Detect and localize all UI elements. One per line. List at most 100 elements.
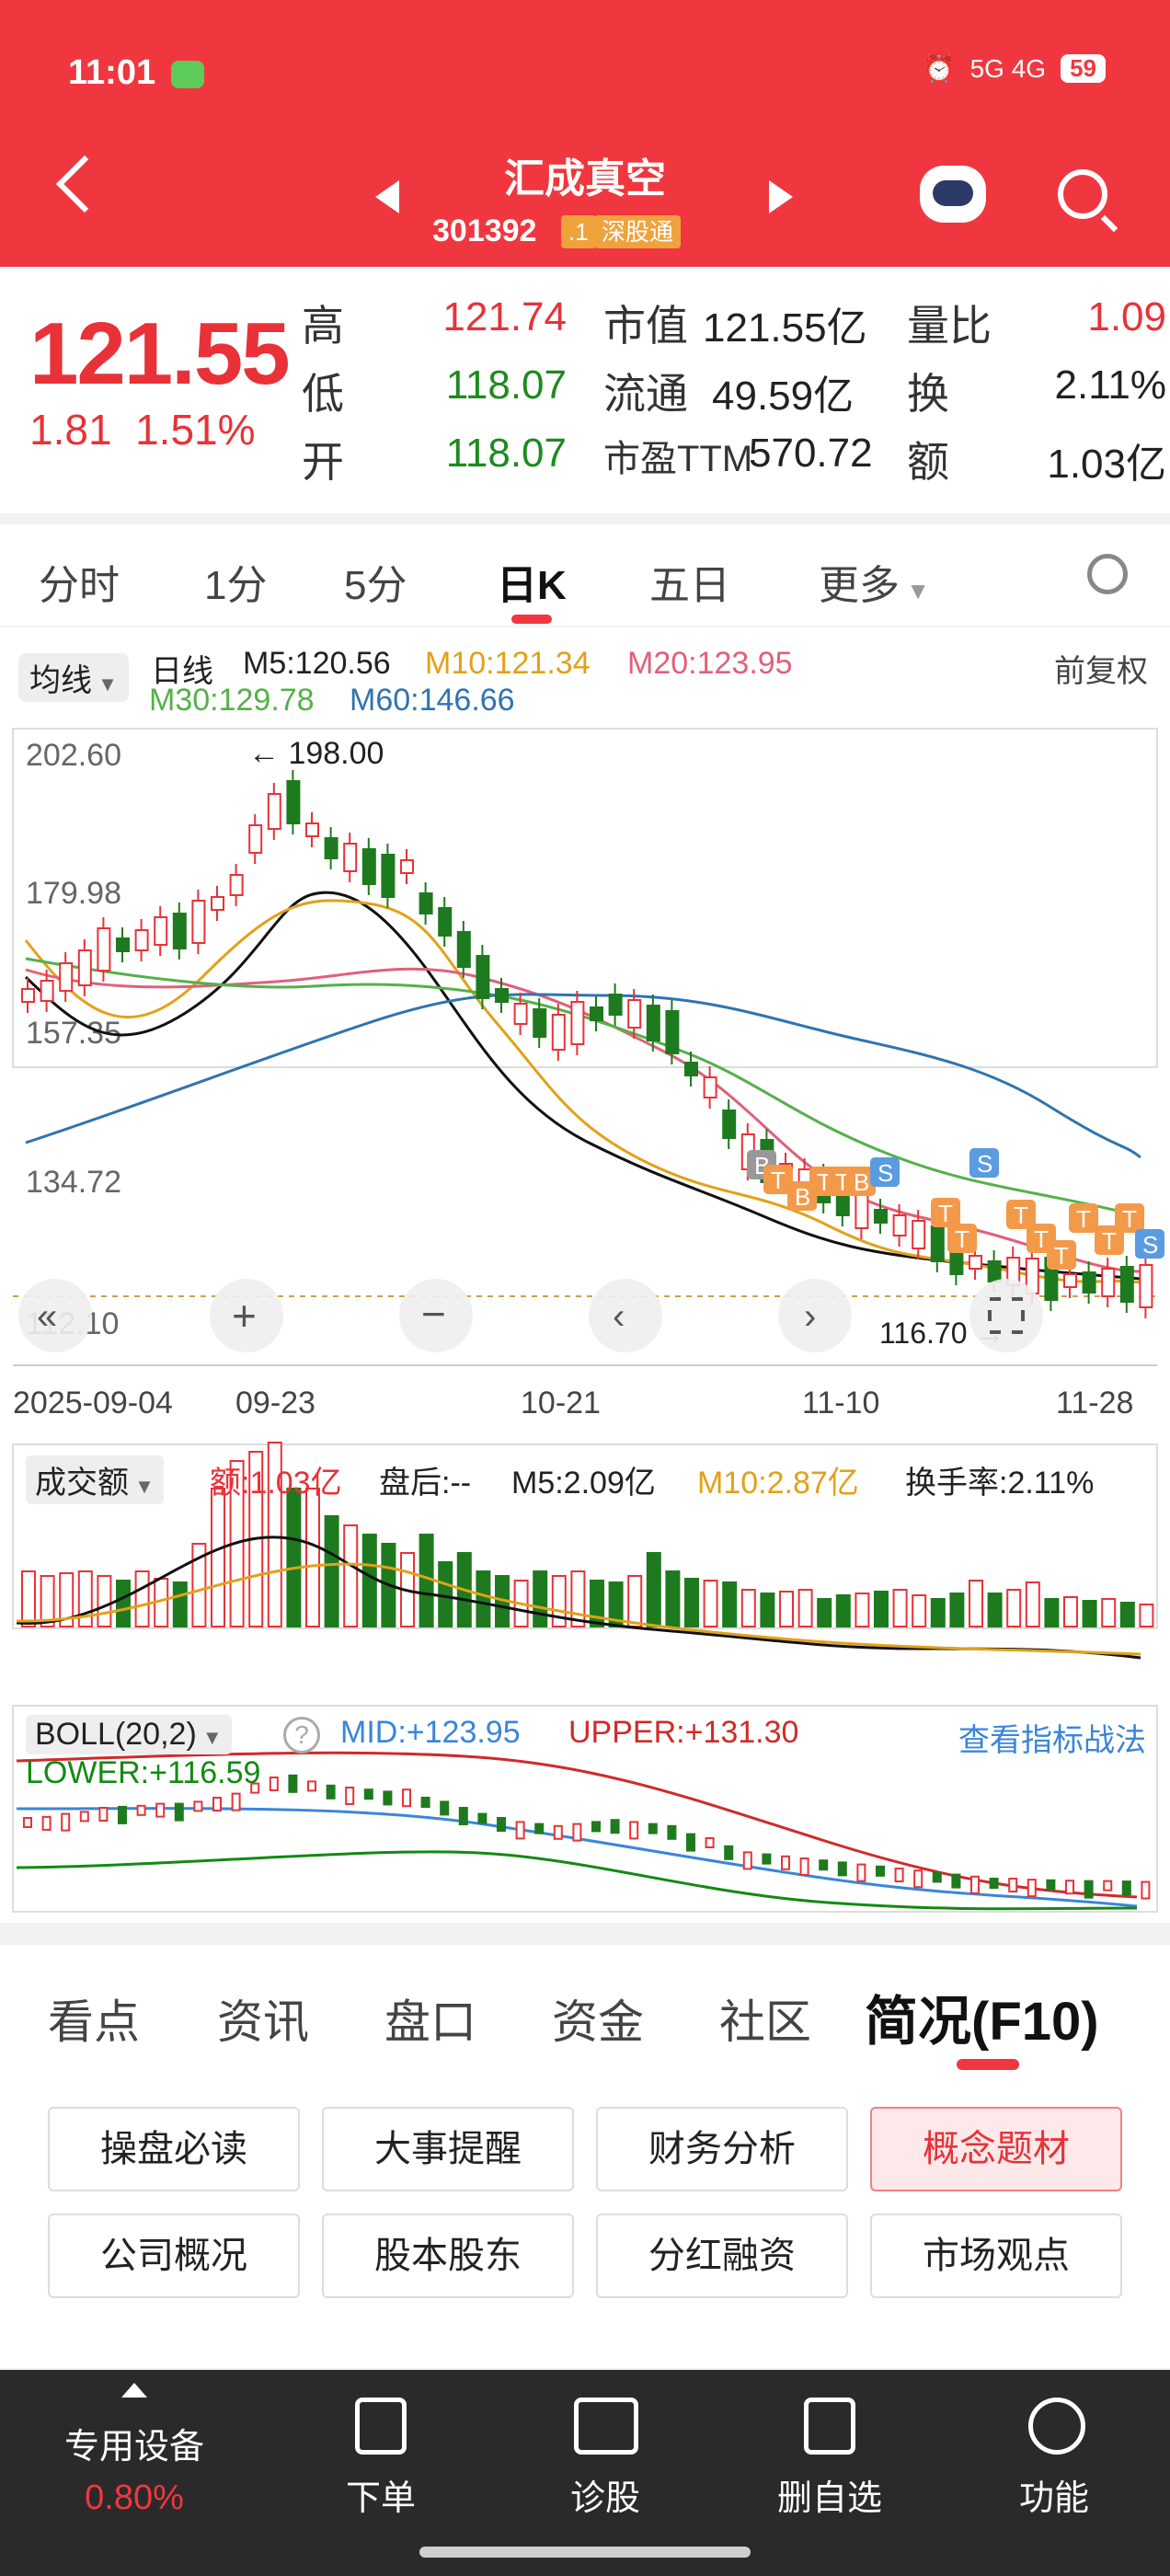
fullscreen-icon[interactable]: [969, 1279, 1043, 1352]
plus-glyph: +: [232, 1292, 257, 1340]
boll-candle: [932, 1871, 942, 1883]
volume-bar: [97, 1575, 112, 1627]
boll-candle: [534, 1823, 545, 1834]
status-time: 11:01: [68, 53, 156, 92]
y-tick: 202.60: [26, 738, 121, 773]
boll-candle: [402, 1788, 411, 1808]
volume-bar: [305, 1488, 320, 1627]
boll-candle: [440, 1800, 450, 1816]
candle: [381, 854, 396, 898]
candle: [59, 962, 74, 992]
volume-m5: M5:2.09亿: [511, 1466, 656, 1501]
candle: [400, 859, 414, 874]
volume-bar: [969, 1580, 983, 1627]
candles: [21, 770, 1153, 1318]
tab-daily-k[interactable]: 日K: [497, 552, 567, 611]
y-tick: 179.98: [26, 876, 121, 911]
boll-candle: [193, 1800, 203, 1812]
candle: [874, 1209, 888, 1224]
min-price-value: 116.70: [879, 1317, 968, 1350]
candle: [1119, 1266, 1134, 1303]
tab-orderbook[interactable]: 盘口: [384, 1985, 476, 2052]
turnover-label: 换: [907, 370, 949, 418]
tab-highlights[interactable]: 看点: [48, 1985, 140, 2052]
candle: [590, 1006, 603, 1021]
boll-candle: [667, 1824, 677, 1840]
diagnose-label: 诊股: [569, 2479, 640, 2518]
candle: [665, 1010, 680, 1054]
volume-selector[interactable]: 成交额 ▼: [26, 1455, 164, 1504]
boll-lower: LOWER:+116.59: [26, 1755, 261, 1790]
tab-intraday[interactable]: 分时: [39, 552, 120, 611]
grid-financials[interactable]: 财务分析: [596, 2107, 848, 2191]
tab-news[interactable]: 资讯: [217, 1985, 309, 2052]
grid-trading-must-read[interactable]: 操盘必读: [48, 2107, 300, 2191]
volume-bar: [760, 1593, 775, 1627]
tab-more[interactable]: 更多 ▼: [819, 552, 930, 611]
indicator-selector[interactable]: BOLL(20,2) ▼: [26, 1715, 232, 1754]
tab-community[interactable]: 社区: [719, 1985, 811, 2052]
candle: [1101, 1268, 1116, 1297]
volume-bar: [817, 1598, 832, 1627]
grid-concepts[interactable]: 概念题材: [870, 2107, 1122, 2191]
boll-candle: [458, 1807, 468, 1825]
expand-up-icon: [121, 2383, 147, 2398]
x-date: 10-21: [521, 1386, 601, 1420]
tab-f10-profile[interactable]: 简况(F10): [865, 1978, 1099, 2055]
candle: [608, 994, 623, 1016]
signal-tag-letter: T: [1122, 1205, 1137, 1233]
bottom-nav: 专用设备 0.80% 下单 诊股 删自选 功能: [0, 2370, 1170, 2576]
boll-candle: [799, 1857, 809, 1876]
volume-bar: [343, 1524, 359, 1627]
grid-market-views[interactable]: 市场观点: [870, 2214, 1122, 2298]
search-icon[interactable]: [1058, 169, 1107, 219]
help-icon[interactable]: ?: [283, 1717, 320, 1754]
double-left-glyph: «: [37, 1296, 57, 1337]
grid-dividends[interactable]: 分红融资: [596, 2214, 848, 2298]
left-glyph: ‹: [613, 1296, 625, 1337]
boll-candle: [553, 1824, 563, 1840]
battery-indicator: 59: [1061, 54, 1106, 83]
period-tabs: 分时 1分 5分 日K 五日 更多 ▼: [0, 524, 1170, 626]
boll-candle: [837, 1861, 847, 1877]
f10-grid: 操盘必读 大事提醒 财务分析 概念题材 公司概况 股本股东 分红融资 市场观点: [0, 2074, 1170, 2368]
tab-5min[interactable]: 5分: [344, 552, 407, 611]
robot-assistant-icon[interactable]: [920, 166, 986, 223]
remove-watchlist-label: 删自选: [776, 2479, 882, 2518]
boll-candle: [174, 1802, 184, 1822]
grid-shareholders[interactable]: 股本股东: [322, 2214, 574, 2298]
boll-candle: [212, 1797, 222, 1811]
next-stock-icon[interactable]: [769, 180, 793, 213]
boll-candle: [79, 1811, 89, 1823]
boll-candle: [1121, 1880, 1131, 1896]
scroll-left-icon[interactable]: [589, 1279, 662, 1352]
volume-bar: [779, 1591, 794, 1627]
boll-candle: [497, 1817, 506, 1832]
volume-bar: [949, 1593, 965, 1627]
candle: [495, 988, 509, 1003]
grid-company-overview[interactable]: 公司概况: [48, 2214, 300, 2298]
settings-icon[interactable]: [1087, 554, 1128, 594]
grid-events[interactable]: 大事提醒: [322, 2107, 574, 2191]
indicator-strategy-link[interactable]: 查看指标战法: [958, 1715, 1146, 1760]
boll-candle: [1046, 1879, 1056, 1891]
boll-candle: [420, 1797, 430, 1808]
boll-candle: [913, 1869, 923, 1889]
candle: [154, 916, 168, 946]
signal-tag-letter: S: [1142, 1231, 1158, 1259]
volume-bar: [703, 1580, 718, 1627]
boll-candle: [1084, 1880, 1094, 1899]
open-value: 118.07: [445, 431, 567, 476]
high-label: 高: [302, 302, 344, 350]
tab-funds[interactable]: 资金: [552, 1985, 644, 2052]
tab-1min[interactable]: 1分: [204, 552, 267, 611]
candle: [286, 780, 301, 824]
volume-amount: 额:1.03亿: [210, 1466, 342, 1501]
float-value: 49.59亿: [712, 374, 855, 419]
signal-tag-letter: S: [977, 1150, 992, 1178]
boll-candle: [477, 1812, 488, 1824]
volume-bar: [1139, 1604, 1154, 1627]
tab-five-day[interactable]: 五日: [649, 552, 730, 611]
diagnose-icon: [574, 2398, 638, 2455]
price-change: 1.81 1.51%: [29, 405, 256, 454]
